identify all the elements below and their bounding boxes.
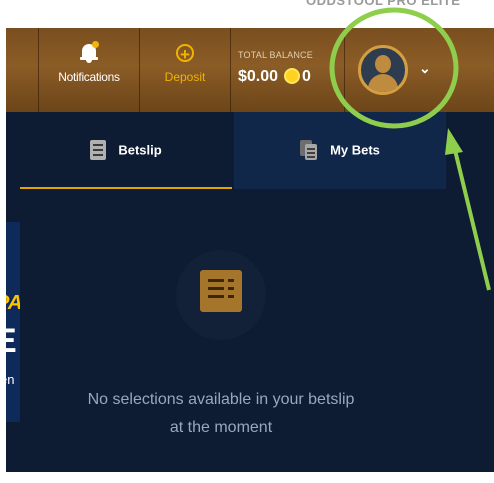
receipt-icon: [200, 270, 242, 312]
promo-text: en: [6, 372, 15, 387]
notifications-button[interactable]: Notifications: [40, 41, 138, 84]
bell-icon: [80, 41, 99, 64]
tab-betslip-label: Betslip: [118, 142, 162, 158]
balance-caption: TOTAL BALANCE: [238, 50, 313, 60]
top-strip-text: ODDSTOOL PRO ELITE: [306, 0, 461, 8]
coin-icon: [286, 70, 299, 82]
avatar-body: [368, 74, 398, 92]
plus-circle-icon: +: [176, 44, 194, 63]
empty-state-message: No selections available in your betslip …: [87, 391, 355, 436]
header-bar: Notifications + Deposit TOTAL BALANCE $0…: [6, 28, 494, 112]
top-strip: ODDSTOOL PRO ELITE: [6, 0, 494, 28]
documents-icon: [300, 140, 318, 160]
promo-text: E: [6, 322, 17, 361]
header-divider: [230, 28, 231, 112]
tab-my-bets-label: My Bets: [330, 142, 380, 158]
tab-my-bets[interactable]: My Bets: [234, 112, 446, 189]
balance-amount: $0.00: [238, 68, 279, 85]
app-frame: ODDSTOOL PRO ELITE Notifications + Depos…: [6, 0, 494, 483]
deposit-button[interactable]: + Deposit: [140, 42, 230, 84]
tab-betslip[interactable]: Betslip: [20, 112, 232, 189]
promo-text: PA: [6, 292, 20, 315]
deposit-label: Deposit: [164, 70, 206, 84]
empty-state-icon: [176, 250, 266, 340]
avatar-button[interactable]: [358, 45, 408, 95]
header-divider: [344, 28, 345, 112]
active-tab-indicator: [20, 187, 232, 189]
avatar-head: [375, 55, 391, 73]
notifications-label: Notifications: [58, 70, 120, 84]
promo-banner-fragment[interactable]: PA E en: [6, 222, 20, 422]
receipt-icon: [90, 140, 107, 160]
total-balance[interactable]: TOTAL BALANCE $0.00 0: [238, 50, 338, 86]
coins-amount: 0: [302, 68, 311, 85]
header-divider: [38, 28, 39, 112]
betslip-panel: Betslip My Bets PA E en No sele: [6, 112, 494, 472]
chevron-down-icon[interactable]: ⌄: [419, 60, 431, 77]
